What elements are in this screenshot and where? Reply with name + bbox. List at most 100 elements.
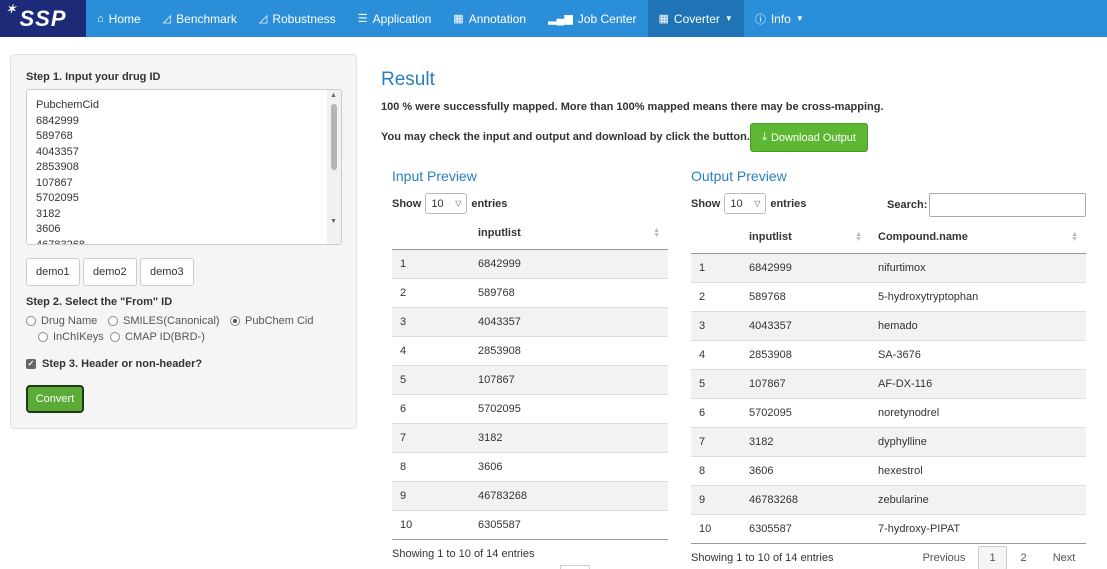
nav-item-label: Coverter: [673, 11, 720, 26]
table-row: 1 6842999 nifurtimox: [691, 252, 1086, 282]
table-row: 7 3182 dyphylline: [691, 426, 1086, 456]
table-icon: ▦: [453, 13, 464, 25]
radio-button[interactable]: [38, 332, 48, 342]
row-index-cell: 1: [691, 252, 741, 282]
row-index-cell: 5: [691, 368, 741, 398]
table-row: 3 4043357: [392, 306, 668, 336]
radio-inchikeys[interactable]: InChIKeys: [38, 331, 104, 343]
textarea-line: 5702095: [36, 192, 79, 204]
row-index-cell: 2: [392, 277, 470, 307]
table-header-inputlist[interactable]: inputlist ▲ ▼: [470, 218, 668, 250]
row-index-cell: 10: [392, 509, 470, 540]
scroll-down-icon[interactable]: ▼: [330, 218, 337, 225]
radio-label: InChIKeys: [53, 331, 104, 343]
radio-button-selected[interactable]: [230, 316, 240, 326]
inputlist-cell: 2853908: [741, 339, 870, 369]
table-row: 8 3606 hexestrol: [691, 455, 1086, 485]
nav-item-application[interactable]: ☰ Application: [347, 0, 443, 37]
table-row: 1 6842999: [392, 248, 668, 278]
radio-label: CMAP ID(BRD-): [125, 331, 205, 343]
inputlist-cell: 589768: [470, 277, 668, 307]
nav-item-coverter[interactable]: ▦ Coverter ▼: [647, 0, 744, 37]
signal-icon: ▂▄▆: [548, 13, 573, 25]
search-label: Search:: [887, 199, 928, 211]
nav-item-info[interactable]: ⓘ Info ▼: [744, 0, 815, 37]
radio-button[interactable]: [110, 332, 120, 342]
area-chart-icon: ◿: [162, 13, 172, 25]
radio-button[interactable]: [26, 316, 36, 326]
nav-item-label: Benchmark: [176, 11, 237, 26]
compound-name-cell: hemado: [870, 310, 1086, 340]
inputlist-cell: 6305587: [741, 513, 870, 544]
radio-drug-name[interactable]: Drug Name: [26, 315, 97, 327]
step3-label: Step 3. Header or non-header?: [42, 358, 203, 370]
input-pagination-stub[interactable]: [560, 565, 590, 569]
step1-label: Step 1. Input your drug ID: [26, 71, 161, 83]
area-chart-icon: ◿: [258, 13, 268, 25]
step3-checkbox[interactable]: ✓ Step 3. Header or non-header?: [26, 358, 202, 370]
convert-button[interactable]: Convert: [26, 385, 84, 413]
table-row: 6 5702095: [392, 393, 668, 423]
download-output-button[interactable]: ⤓ Download Output: [750, 123, 868, 152]
table-row: 9 46783268 zebularine: [691, 484, 1086, 514]
pagination-next[interactable]: Next: [1043, 546, 1085, 569]
inputlist-cell: 2853908: [470, 335, 668, 365]
row-index-cell: 10: [691, 513, 741, 544]
table-header-inputlist[interactable]: inputlist ▲ ▼: [741, 222, 870, 254]
search-input[interactable]: [929, 193, 1086, 217]
download-hint: You may check the input and output and d…: [381, 131, 750, 143]
nav-item-benchmark[interactable]: ◿ Benchmark: [152, 0, 248, 37]
row-index-cell: 1: [392, 248, 470, 278]
input-entries-select[interactable]: 10 ▽: [425, 193, 468, 214]
star-icon: ✶: [6, 2, 18, 16]
table-row: 6 5702095 noretynodrel: [691, 397, 1086, 427]
demo3-button[interactable]: demo3: [140, 258, 194, 286]
nav-item-home[interactable]: ⌂ Home: [86, 0, 152, 37]
drug-id-textarea[interactable]: PubchemCid 6842999 589768 4043357 2853908 107…: [26, 89, 342, 245]
nav-item-annotation[interactable]: ▦ Annotation: [442, 0, 537, 37]
chevron-down-icon: ▽: [754, 199, 761, 208]
table-header-index: [691, 222, 741, 254]
radio-pubchem-cid[interactable]: PubChem Cid: [230, 315, 313, 327]
show-label: Show: [392, 197, 422, 210]
pagination-previous[interactable]: Previous: [916, 546, 972, 569]
table-row: 10 6305587 7-hydroxy-PIPAT: [691, 513, 1086, 544]
demo2-button[interactable]: demo2: [83, 258, 137, 286]
inputlist-cell: 4043357: [470, 306, 668, 336]
info-circle-icon: ⓘ: [754, 13, 766, 26]
demo1-button[interactable]: demo1: [26, 258, 80, 286]
pagination-page-2[interactable]: 2: [1011, 546, 1036, 569]
pagination-page-1[interactable]: 1: [978, 546, 1007, 569]
radio-cmap-id[interactable]: CMAP ID(BRD-): [110, 331, 205, 343]
output-entries-select[interactable]: 10 ▽: [724, 193, 767, 214]
compound-name-cell: nifurtimox: [870, 252, 1086, 282]
table-row: 4 2853908: [392, 335, 668, 365]
output-preview-table: inputlist ▲ ▼ Compound.name ▲ ▼ 1 6842999 nifu…: [691, 222, 1086, 544]
table-row: 10 6305587: [392, 509, 668, 540]
table-row: 2 589768 5-hydroxytryptophan: [691, 281, 1086, 311]
textarea-scrollbar[interactable]: ▲ ▼: [327, 90, 341, 244]
nav-item-label: Home: [108, 11, 141, 26]
input-table-info: Showing 1 to 10 of 14 entries: [392, 548, 535, 560]
mapping-message: 100 % were successfully mapped. More tha…: [381, 101, 884, 113]
compound-name-cell: AF-DX-116: [870, 368, 1086, 398]
radio-button[interactable]: [108, 316, 118, 326]
inputlist-cell: 46783268: [470, 480, 668, 510]
download-label: Download Output: [770, 131, 856, 144]
textarea-line: 589768: [36, 130, 73, 142]
compound-name-cell: 7-hydroxy-PIPAT: [870, 513, 1086, 544]
scroll-up-icon[interactable]: ▲: [330, 92, 337, 99]
ssp-logo[interactable]: ✶ SSP: [0, 0, 86, 37]
inputlist-cell: 3606: [741, 455, 870, 485]
input-show-entries: Show 10 ▽ entries: [392, 193, 507, 214]
step2-label: Step 2. Select the "From" ID: [26, 296, 173, 308]
radio-smiles[interactable]: SMILES(Canonical): [108, 315, 220, 327]
nav-item-job-center[interactable]: ▂▄▆ Job Center: [537, 0, 647, 37]
textarea-line: PubchemCid: [36, 99, 99, 111]
output-table-info: Showing 1 to 10 of 14 entries: [691, 552, 834, 564]
table-row: 7 3182: [392, 422, 668, 452]
check-icon[interactable]: ✓: [26, 359, 36, 369]
table-header-compound-name[interactable]: Compound.name ▲ ▼: [870, 222, 1086, 254]
nav-item-robustness[interactable]: ◿ Robustness: [248, 0, 347, 37]
sort-icon: ▲ ▼: [855, 231, 862, 243]
